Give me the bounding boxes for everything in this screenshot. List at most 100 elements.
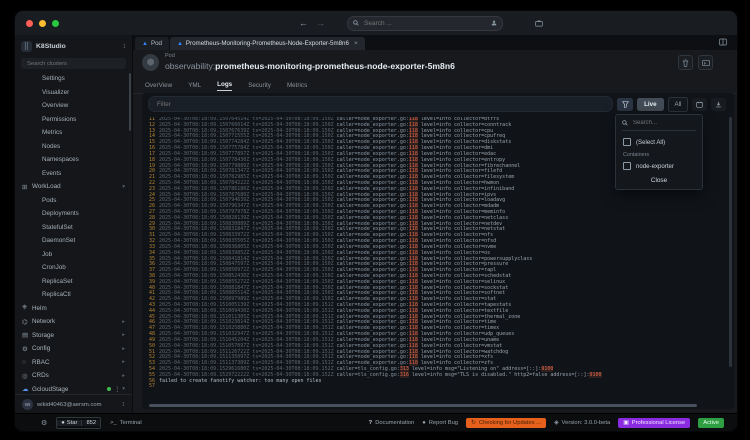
sidebar-item-gcloudstage[interactable]: ☁GcloudStage⋮▾: [15, 383, 132, 395]
close-tab-icon[interactable]: ×: [354, 40, 358, 47]
sidebar-item-replicaset[interactable]: ReplicaSet: [15, 275, 132, 289]
sidebar-item-cronjob[interactable]: CronJob: [15, 261, 132, 275]
kebab-menu-icon[interactable]: ⋮: [114, 386, 120, 393]
container-option-node-exporter[interactable]: node-exporter: [616, 159, 702, 173]
sidebar-item-crds[interactable]: ◎CRDs▸: [15, 369, 132, 383]
account-switcher-icon[interactable]: ↕: [122, 401, 126, 408]
container-search[interactable]: [622, 119, 696, 131]
log-filter[interactable]: [148, 96, 613, 112]
sidebar-item-permissions[interactable]: Permissions: [15, 113, 132, 127]
calendar-icon[interactable]: [692, 98, 707, 111]
close-window-button[interactable]: [26, 20, 33, 27]
sidebar-item-network[interactable]: ⌬Network▸: [15, 315, 132, 329]
sidebar-item-rbac[interactable]: ○RBAC▸: [15, 356, 132, 370]
exec-terminal-button[interactable]: [698, 55, 713, 70]
log-message: level=info msg="TLS is disabled." http2=…: [409, 372, 590, 378]
sidebar-item-label: Overview: [42, 102, 125, 109]
sidebar-item-events[interactable]: Events: [15, 167, 132, 181]
tab-yml[interactable]: YML: [188, 82, 201, 91]
sidebar-item-job[interactable]: Job: [15, 248, 132, 262]
log-vertical-scrollbar[interactable]: [729, 117, 732, 367]
chevron-icon[interactable]: ▸: [122, 346, 125, 352]
storage-icon: ▤: [22, 331, 32, 339]
cluster-search[interactable]: [21, 58, 126, 69]
status-report-bug[interactable]: ●Report Bug: [422, 420, 458, 426]
search-icon: [622, 120, 628, 126]
tab-metrics[interactable]: Metrics: [287, 82, 307, 91]
chevron-icon[interactable]: ▸: [122, 359, 125, 365]
sidebar-item-helm[interactable]: ⎈Helm: [15, 302, 132, 316]
tab-logs[interactable]: Logs: [217, 81, 232, 91]
pod-namespace: observability:: [165, 61, 215, 71]
sidebar-item-label: Namespaces: [42, 156, 125, 163]
select-all-option[interactable]: (Select All): [616, 135, 702, 149]
sidebar-scrollbar[interactable]: [129, 73, 131, 131]
status-version[interactable]: ◈Version: 3.0.0-beta: [554, 420, 610, 426]
sidebar-item-overview[interactable]: Overview: [15, 99, 132, 113]
sidebar-item-replicactl[interactable]: ReplicaCtl: [15, 288, 132, 302]
container-search-input[interactable]: [631, 119, 696, 127]
sidebar-item-settings[interactable]: Settings: [15, 72, 132, 86]
chevron-icon[interactable]: ▾: [122, 386, 125, 392]
terminal-label: Terminal: [120, 420, 142, 426]
zoom-window-button[interactable]: [52, 20, 59, 27]
sidebar-item-workload[interactable]: ⊞WorkLoad▾: [15, 180, 132, 194]
sidebar-item-deployments[interactable]: Deployments: [15, 207, 132, 221]
close-dropdown-button[interactable]: Close: [616, 173, 702, 186]
sidebar-item-config[interactable]: ⚙Config▸: [15, 342, 132, 356]
sidebar-item-label: Visualizer: [42, 89, 125, 96]
sidebar: ⣿ K8Studio ↕ SettingsVisualizerOverviewP…: [15, 35, 133, 414]
sidebar-collapse-icon[interactable]: ↕: [123, 43, 127, 50]
chevron-icon[interactable]: ▾: [122, 184, 125, 190]
log-caller-line: 118: [409, 122, 418, 128]
log-filter-input[interactable]: [155, 100, 606, 109]
live-logs-button[interactable]: Live: [637, 98, 663, 111]
sidebar-item-label: StatefulSet: [42, 224, 125, 231]
sidebar-item-daemonset[interactable]: DaemonSet: [15, 234, 132, 248]
chevron-icon[interactable]: ▸: [122, 373, 125, 379]
chevron-icon[interactable]: ▸: [122, 332, 125, 338]
download-logs-icon[interactable]: [711, 98, 726, 111]
delete-pod-button[interactable]: [678, 55, 693, 70]
sidebar-item-label: Deployments: [42, 210, 125, 217]
sidebar-item-statefulset[interactable]: StatefulSet: [15, 221, 132, 235]
user-account[interactable]: WI wikid40463@aersm.com ↕: [15, 394, 132, 414]
status-license[interactable]: ▣Professional License: [618, 418, 690, 428]
github-star-badge[interactable]: ●Star 852: [56, 417, 101, 429]
sidebar-item-storage[interactable]: ▤Storage▸: [15, 329, 132, 343]
container-filter-button[interactable]: [617, 98, 633, 111]
terminal-toggle[interactable]: >_ Terminal: [110, 420, 142, 426]
sidebar-item-namespaces[interactable]: Namespaces: [15, 153, 132, 167]
tab-prometheus-monitoring-prometheus-node-exporter-5m8n6[interactable]: ▲Prometheus-Monitoring-Prometheus-Node-E…: [170, 37, 365, 50]
status-active-status[interactable]: Active: [698, 418, 724, 428]
sidebar-item-metrics[interactable]: Metrics: [15, 126, 132, 140]
status-updates[interactable]: ↻Checking for Updates ...: [466, 418, 546, 428]
global-search-input[interactable]: [362, 19, 488, 28]
tab-overview[interactable]: OverView: [145, 82, 172, 91]
forward-icon[interactable]: →: [316, 18, 325, 28]
tab-security[interactable]: Security: [248, 82, 271, 91]
settings-gear-icon[interactable]: ⚙: [41, 419, 47, 427]
sidebar-item-label: Pods: [42, 197, 125, 204]
split-view-icon[interactable]: [719, 38, 727, 46]
sidebar-item-pods[interactable]: Pods: [15, 194, 132, 208]
global-search[interactable]: [347, 16, 503, 31]
select-all-checkbox[interactable]: [623, 138, 631, 146]
minimize-window-button[interactable]: [39, 20, 46, 27]
status-documentation[interactable]: ?Documentation: [369, 420, 415, 426]
all-logs-button[interactable]: All: [668, 97, 689, 112]
status-bar: ⚙ ●Star 852 >_ Terminal ?Documentation ●R…: [15, 413, 737, 431]
sidebar-item-nodes[interactable]: Nodes: [15, 140, 132, 154]
pod-name: prometheus-monitoring-prometheus-node-ex…: [215, 61, 455, 71]
tab-label: Prometheus-Monitoring-Prometheus-Node-Ex…: [186, 40, 349, 47]
back-icon[interactable]: ←: [299, 18, 308, 28]
container-checkbox[interactable]: [623, 162, 631, 170]
snapshot-icon[interactable]: [535, 20, 543, 27]
log-caller-line: 118: [409, 308, 418, 314]
tab-pod[interactable]: ▲Pod: [135, 37, 169, 50]
sidebar-item-visualizer[interactable]: Visualizer: [15, 86, 132, 100]
search-filter-icon[interactable]: [491, 20, 497, 26]
chevron-icon[interactable]: ▸: [122, 319, 125, 325]
cluster-search-input[interactable]: [25, 60, 122, 68]
log-horizontal-scrollbar[interactable]: [149, 404, 697, 407]
